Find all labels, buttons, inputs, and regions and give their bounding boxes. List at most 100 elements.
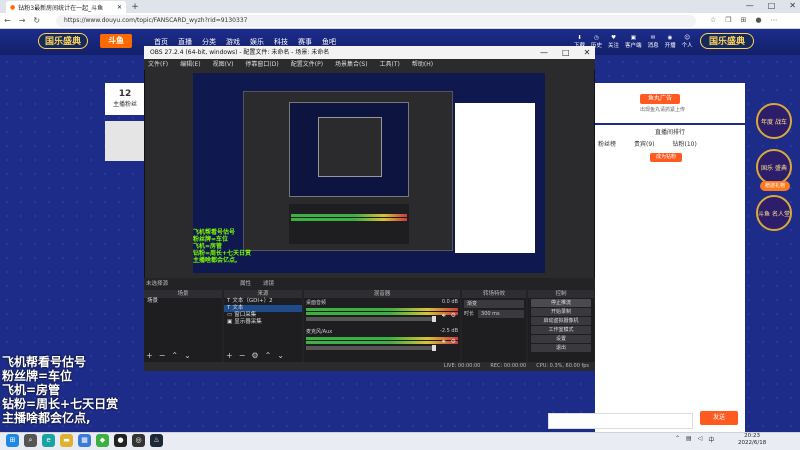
duration-field[interactable]: 300 ms: [478, 310, 524, 318]
menu-profile[interactable]: 配置文件(P): [291, 59, 323, 70]
refresh-icon[interactable]: ↻: [33, 16, 40, 25]
minimize-icon[interactable]: —: [746, 1, 754, 10]
search-icon[interactable]: ⌕: [24, 434, 37, 447]
source-item[interactable]: T 文本（GDI+）2: [224, 298, 302, 305]
app-icon[interactable]: ●: [114, 434, 127, 447]
extensions-icon[interactable]: ⊞: [741, 16, 747, 24]
mixer-track: 桌面音频 0.0 dB: [306, 299, 458, 306]
favorite-icon[interactable]: ☆: [710, 16, 716, 24]
menu-docks[interactable]: 停靠窗口(D): [245, 59, 278, 70]
back-icon[interactable]: ←: [4, 16, 11, 25]
gear-icon[interactable]: ⚙: [451, 312, 456, 320]
nav-follow[interactable]: ♥ 关注: [608, 35, 619, 49]
source-item[interactable]: ▭ 窗口采集: [224, 312, 302, 319]
tab-fans-rank[interactable]: 粉丝榜: [598, 139, 616, 148]
filters-button[interactable]: 滤镜: [263, 279, 274, 287]
mixer-dock: 混音器 桌面音频 0.0 dB 麦克风/Aux -2.5 dB 🔊︎ ⚙ 🔊︎ ⚙: [304, 290, 460, 362]
studio-mode-button[interactable]: 工作室模式: [531, 326, 591, 334]
obs-icon[interactable]: ◎: [132, 434, 145, 447]
store-icon[interactable]: ▦: [78, 434, 91, 447]
event-logo-left[interactable]: 国乐盛典: [38, 33, 88, 49]
scenes-head: 场景: [144, 290, 222, 298]
close-icon[interactable]: ✕: [789, 1, 796, 10]
taskbar-clock[interactable]: 20:23 2022/6/18: [738, 433, 766, 447]
new-tab-button[interactable]: +: [130, 2, 140, 12]
source-item[interactable]: ▣ 显示器采集: [224, 319, 302, 326]
add-icon[interactable]: +: [146, 351, 153, 360]
exit-button[interactable]: 退出: [531, 344, 591, 352]
yuwan-note: 出现鱼丸请抓紧上传: [640, 107, 686, 113]
preview-webpage-white: [455, 103, 535, 253]
tab-vip[interactable]: 贵宾(9): [634, 139, 655, 148]
move-up-icon[interactable]: ⌃: [265, 351, 272, 360]
streamer-avatar[interactable]: [105, 121, 145, 161]
start-icon[interactable]: ⊞: [6, 434, 19, 447]
nav-user[interactable]: ☺ 个人: [682, 35, 693, 49]
badge-annual-car[interactable]: 年度 战车: [756, 103, 792, 139]
obs-maximize-icon[interactable]: □: [562, 46, 570, 59]
virtual-camera-button[interactable]: 启动虚拟摄像机: [531, 317, 591, 325]
profile-icon[interactable]: ●: [755, 16, 761, 24]
folder-icon[interactable]: ▬: [60, 434, 73, 447]
move-down-icon[interactable]: ⌄: [184, 351, 191, 360]
cpu-fps: CPU: 0.3%, 60.00 fps: [536, 363, 589, 369]
obs-minimize-icon[interactable]: —: [540, 46, 548, 59]
network-icon[interactable]: ▤: [686, 435, 692, 444]
url-field[interactable]: https://www.douyu.com/topic/FANSCARD_wyz…: [56, 15, 696, 27]
nav-client[interactable]: ▣ 客户端: [625, 35, 642, 49]
move-up-icon[interactable]: ⌃: [171, 351, 178, 360]
collections-icon[interactable]: ❐: [725, 16, 731, 24]
no-source-label: 未选择源: [146, 281, 169, 287]
send-button[interactable]: 发送: [700, 411, 738, 425]
douyu-logo[interactable]: 斗鱼: [100, 34, 132, 48]
menu-file[interactable]: 文件(F): [148, 59, 168, 70]
chevron-up-icon[interactable]: ⌃: [675, 435, 680, 444]
source-item[interactable]: T 文本: [224, 305, 302, 312]
menu-edit[interactable]: 编辑(E): [180, 59, 200, 70]
tab-close-icon[interactable]: ✕: [117, 4, 122, 11]
app-icon[interactable]: ◆: [96, 434, 109, 447]
speaker-icon[interactable]: 🔊︎: [442, 312, 446, 320]
gear-icon[interactable]: ⚙: [251, 351, 258, 360]
maximize-icon[interactable]: □: [768, 1, 776, 10]
gift-button[interactable]: 赠送礼物: [760, 181, 790, 191]
add-icon[interactable]: +: [226, 351, 233, 360]
menu-scene-collection[interactable]: 场景集合(S): [335, 59, 368, 70]
become-diamond-fan-button[interactable]: 成为钻粉: [650, 153, 682, 162]
remove-icon[interactable]: −: [239, 351, 246, 360]
forward-icon[interactable]: →: [19, 16, 26, 25]
menu-tools[interactable]: 工具(T): [380, 59, 400, 70]
speaker-icon[interactable]: ◁: [698, 435, 703, 444]
properties-button[interactable]: 属性: [240, 279, 251, 287]
more-icon[interactable]: ⋯: [771, 16, 778, 24]
volume-slider[interactable]: [306, 345, 436, 351]
badge-guoyue[interactable]: 国乐 盛典: [756, 149, 792, 185]
menu-view[interactable]: 视图(V): [213, 59, 234, 70]
yuwan-button[interactable]: 鱼丸广告: [640, 94, 680, 104]
event-logo-right[interactable]: 国乐盛典: [700, 33, 754, 49]
nav-message[interactable]: ✉ 消息: [648, 35, 659, 49]
steam-icon[interactable]: ♨: [150, 434, 163, 447]
transition-select[interactable]: 渐变: [464, 300, 524, 308]
obs-preview[interactable]: 飞机帮看号估号 粉丝牌=车位 飞机=房管 钻粉=周长+七天日赏 主播啥都会亿点,: [193, 73, 545, 273]
volume-slider[interactable]: [306, 316, 436, 322]
settings-button[interactable]: 设置: [531, 335, 591, 343]
stop-streaming-button[interactable]: 停止推流: [531, 299, 591, 307]
overlay-line: 飞机帮看号估号: [2, 355, 87, 369]
move-down-icon[interactable]: ⌄: [277, 351, 284, 360]
nav-broadcast[interactable]: ◉ 开播: [665, 35, 676, 49]
remove-icon[interactable]: −: [159, 351, 166, 360]
ime-icon[interactable]: 中: [708, 435, 714, 444]
menu-help[interactable]: 帮助(H): [412, 59, 433, 70]
overlay-line: 粉丝牌=车位: [2, 369, 73, 383]
badge-hall-of-fame[interactable]: 斗鱼 名人堂: [756, 195, 792, 231]
chat-input[interactable]: [548, 413, 693, 429]
edge-icon[interactable]: e: [42, 434, 55, 447]
start-recording-button[interactable]: 开始录制: [531, 308, 591, 316]
tab-diamond-fans[interactable]: 钻粉(10): [673, 139, 697, 148]
speaker-icon[interactable]: 🔊︎: [442, 338, 446, 346]
browser-tab[interactable]: ● 钻粉3最新房间统计在一起_斗鱼 ✕: [6, 1, 126, 13]
scene-item[interactable]: 场景: [144, 298, 222, 305]
obs-close-icon[interactable]: ✕: [584, 46, 591, 59]
gear-icon[interactable]: ⚙: [451, 338, 456, 346]
